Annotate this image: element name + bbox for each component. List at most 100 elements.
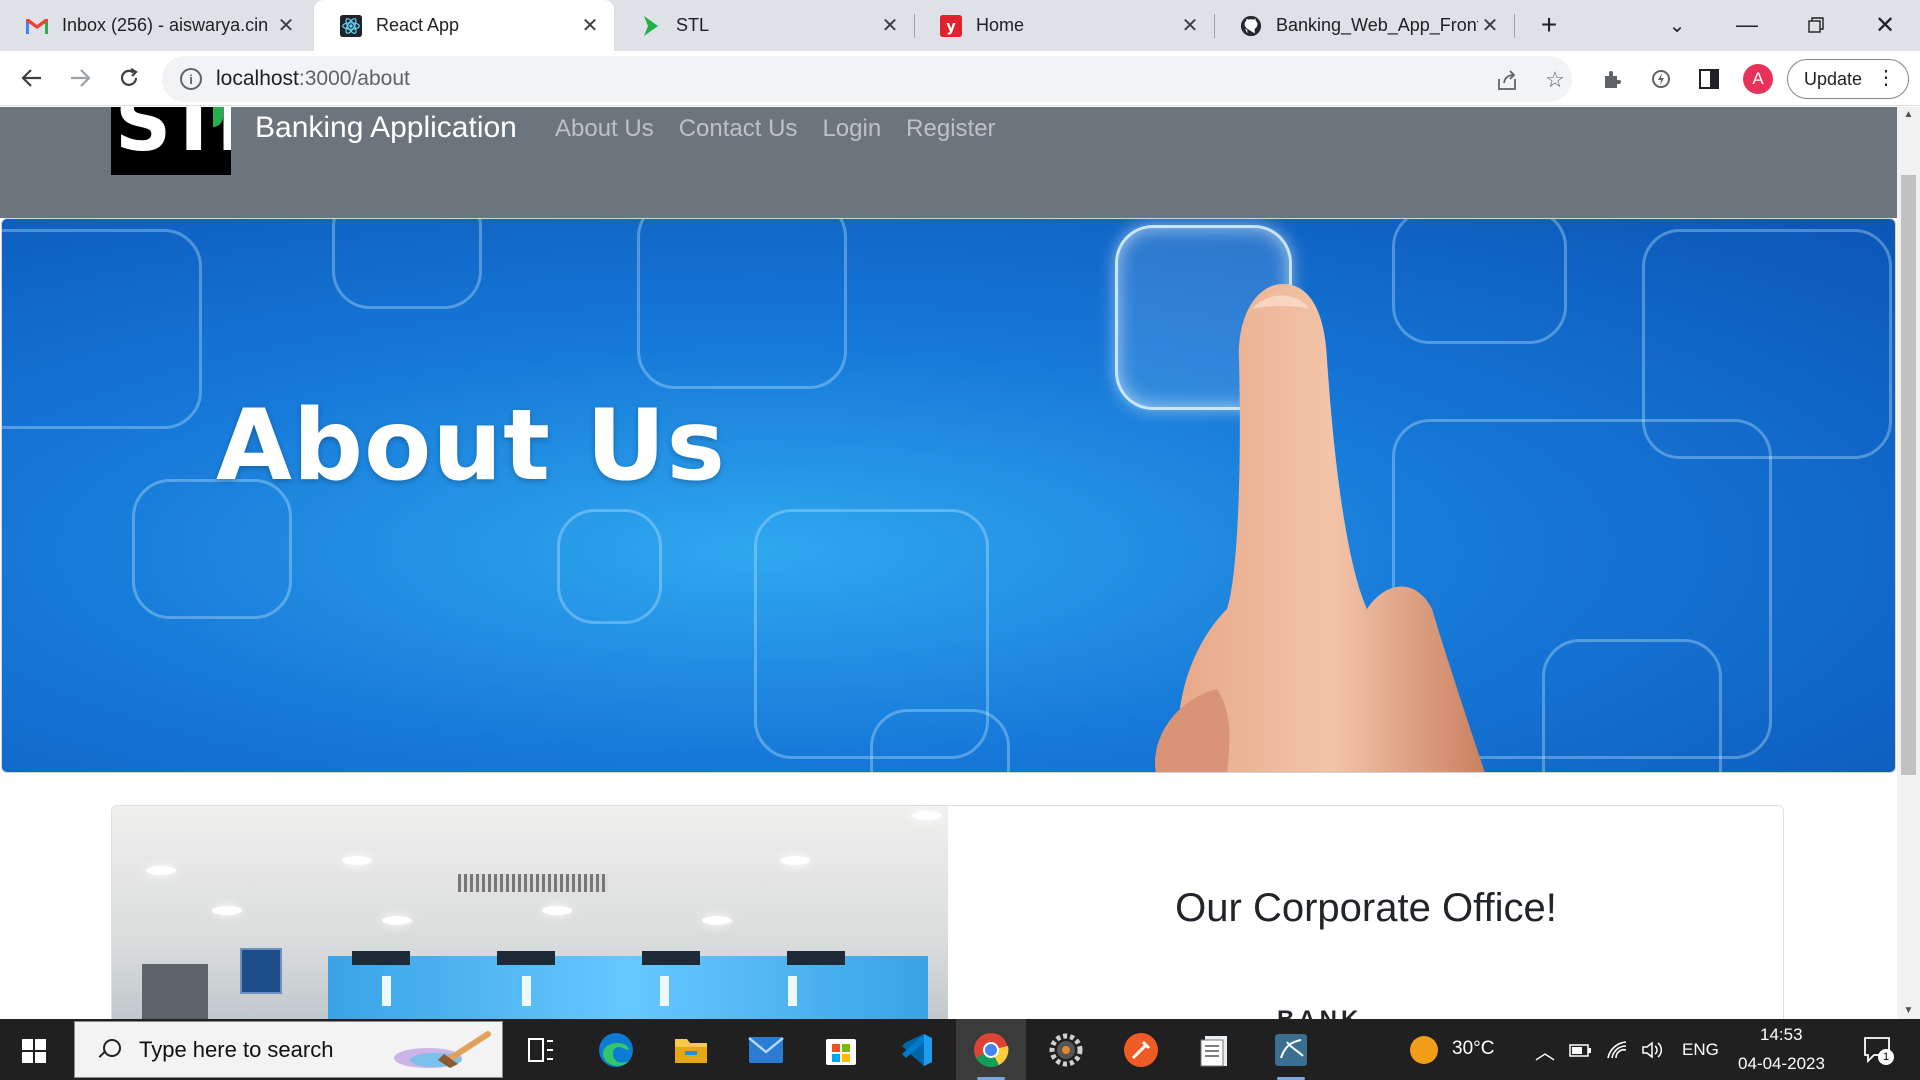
profile-avatar[interactable]: A xyxy=(1743,64,1773,94)
site-logo[interactable]: STL xyxy=(111,107,231,175)
yahoo-icon: y xyxy=(940,14,962,37)
card-title: Our Corporate Office! xyxy=(1175,886,1557,930)
card-subtitle: BANK xyxy=(1277,1006,1362,1019)
tab-search-chevron-icon[interactable]: ⌄ xyxy=(1657,8,1697,42)
side-panel-icon[interactable] xyxy=(1695,65,1723,93)
counter-pillar xyxy=(788,976,797,1006)
browser-tab-strip: Inbox (256) - aiswarya.cin ✕ React App ✕… xyxy=(0,0,1920,51)
gmail-icon xyxy=(26,15,48,37)
ceiling-light xyxy=(212,906,242,915)
notepad-files-icon[interactable] xyxy=(1195,1029,1237,1071)
minimize-button[interactable]: — xyxy=(1727,8,1767,42)
hero-decor-square xyxy=(870,709,1010,772)
back-button[interactable] xyxy=(14,60,50,96)
close-icon[interactable]: ✕ xyxy=(578,13,602,38)
ceiling-light xyxy=(542,906,572,915)
nav-register[interactable]: Register xyxy=(906,115,995,143)
pointing-hand-image xyxy=(1155,284,1485,772)
microsoft-store-icon[interactable] xyxy=(820,1029,862,1071)
weather-temperature[interactable]: 30°C xyxy=(1452,1038,1494,1060)
scroll-down-arrow-icon[interactable]: ▼ xyxy=(1897,1003,1920,1019)
close-icon[interactable]: ✕ xyxy=(274,13,298,38)
page-viewport: STL Banking Application About Us Contact… xyxy=(0,107,1920,1019)
notification-count-badge: 1 xyxy=(1878,1049,1894,1065)
tab-separator xyxy=(1514,14,1515,38)
new-tab-button[interactable]: + xyxy=(1529,8,1569,42)
notification-center-icon[interactable]: 1 xyxy=(1862,1035,1894,1065)
file-explorer-icon[interactable] xyxy=(670,1029,712,1071)
share-icon[interactable] xyxy=(1494,67,1520,93)
tab-home[interactable]: y Home ✕ xyxy=(914,0,1214,51)
edge-browser-icon[interactable] xyxy=(595,1029,637,1071)
ceiling-light xyxy=(780,856,810,865)
site-info-icon[interactable]: i xyxy=(180,68,202,90)
react-icon xyxy=(340,14,362,37)
tab-react-app[interactable]: React App ✕ xyxy=(314,0,614,51)
scrollbar-thumb[interactable] xyxy=(1901,175,1916,775)
svg-text:y: y xyxy=(946,18,956,35)
office-door xyxy=(142,964,208,1019)
hero-decor-square xyxy=(557,509,662,624)
hero-decor-square xyxy=(2,229,202,429)
browser-toolbar: i localhost:3000/about ☆ A Update ⋮ xyxy=(0,51,1920,106)
github-icon xyxy=(1240,15,1262,37)
mysql-workbench-icon[interactable] xyxy=(1270,1029,1312,1071)
taskbar-search-box[interactable]: Type here to search xyxy=(74,1021,503,1078)
hero-decor-square xyxy=(1542,639,1722,772)
windows-taskbar: Type here to search 30°C ︿ ENG 14:53 04-… xyxy=(0,1019,1920,1080)
show-hidden-icons-chevron-icon[interactable]: ︿ xyxy=(1532,1037,1558,1064)
postman-icon[interactable] xyxy=(1120,1029,1162,1071)
scroll-up-arrow-icon[interactable]: ▲ xyxy=(1897,107,1920,123)
url-host: localhost xyxy=(216,67,299,90)
about-hero-banner: About Us xyxy=(1,218,1896,773)
input-language[interactable]: ENG xyxy=(1682,1040,1719,1060)
settings-gear-app-icon[interactable] xyxy=(1045,1029,1087,1071)
restore-button[interactable] xyxy=(1796,8,1836,42)
tab-title: React App xyxy=(376,15,460,35)
battery-icon[interactable] xyxy=(1568,1037,1594,1063)
corporate-office-image xyxy=(112,806,948,1019)
search-icon xyxy=(97,1038,121,1061)
windows-start-icon[interactable] xyxy=(22,1039,46,1063)
tab-stl[interactable]: STL ✕ xyxy=(614,0,914,51)
site-brand[interactable]: Banking Application xyxy=(255,111,517,145)
hero-decor-square xyxy=(637,219,847,389)
mail-icon[interactable] xyxy=(745,1029,787,1071)
stl-icon xyxy=(640,15,662,37)
forward-button[interactable] xyxy=(62,60,98,96)
extensions-icon[interactable] xyxy=(1599,65,1627,93)
counter-backlight xyxy=(328,956,928,1019)
ceiling-light xyxy=(382,916,412,925)
close-icon[interactable]: ✕ xyxy=(1478,13,1502,38)
reload-button[interactable] xyxy=(111,60,147,96)
wifi-icon[interactable] xyxy=(1605,1037,1631,1063)
counter-pillar xyxy=(382,976,391,1006)
counter-sign xyxy=(642,951,700,965)
ceiling-light xyxy=(146,866,176,875)
performance-icon[interactable] xyxy=(1647,65,1675,93)
weather-sun-icon[interactable] xyxy=(1410,1036,1438,1064)
page-scrollbar[interactable]: ▲ ▼ xyxy=(1897,107,1920,1019)
bookmark-star-icon[interactable]: ☆ xyxy=(1542,67,1568,93)
ceiling-light xyxy=(912,811,942,820)
chrome-icon[interactable] xyxy=(970,1029,1012,1071)
search-highlight-brush-icon xyxy=(394,1031,491,1068)
close-window-button[interactable]: ✕ xyxy=(1865,8,1905,42)
corporate-office-card: Our Corporate Office! BANK xyxy=(111,805,1784,1019)
tab-github[interactable]: Banking_Web_App_Fronte ✕ xyxy=(1214,0,1514,51)
close-icon[interactable]: ✕ xyxy=(1178,13,1202,38)
update-button[interactable]: Update ⋮ xyxy=(1787,59,1909,99)
nav-login[interactable]: Login xyxy=(822,115,881,143)
clock-time[interactable]: 14:53 xyxy=(1760,1025,1803,1045)
address-bar[interactable]: i localhost:3000/about ☆ xyxy=(162,56,1572,102)
nav-about-us[interactable]: About Us xyxy=(555,115,654,143)
nav-contact-us[interactable]: Contact Us xyxy=(679,115,798,143)
vscode-icon[interactable] xyxy=(895,1029,937,1071)
clock-date[interactable]: 04-04-2023 xyxy=(1738,1054,1825,1074)
volume-icon[interactable] xyxy=(1640,1037,1666,1063)
tab-gmail[interactable]: Inbox (256) - aiswarya.cin ✕ xyxy=(0,0,310,51)
close-icon[interactable]: ✕ xyxy=(878,13,902,38)
task-view-icon[interactable] xyxy=(520,1029,562,1071)
menu-kebab-icon[interactable]: ⋮ xyxy=(1876,67,1896,89)
counter-sign xyxy=(352,951,410,965)
